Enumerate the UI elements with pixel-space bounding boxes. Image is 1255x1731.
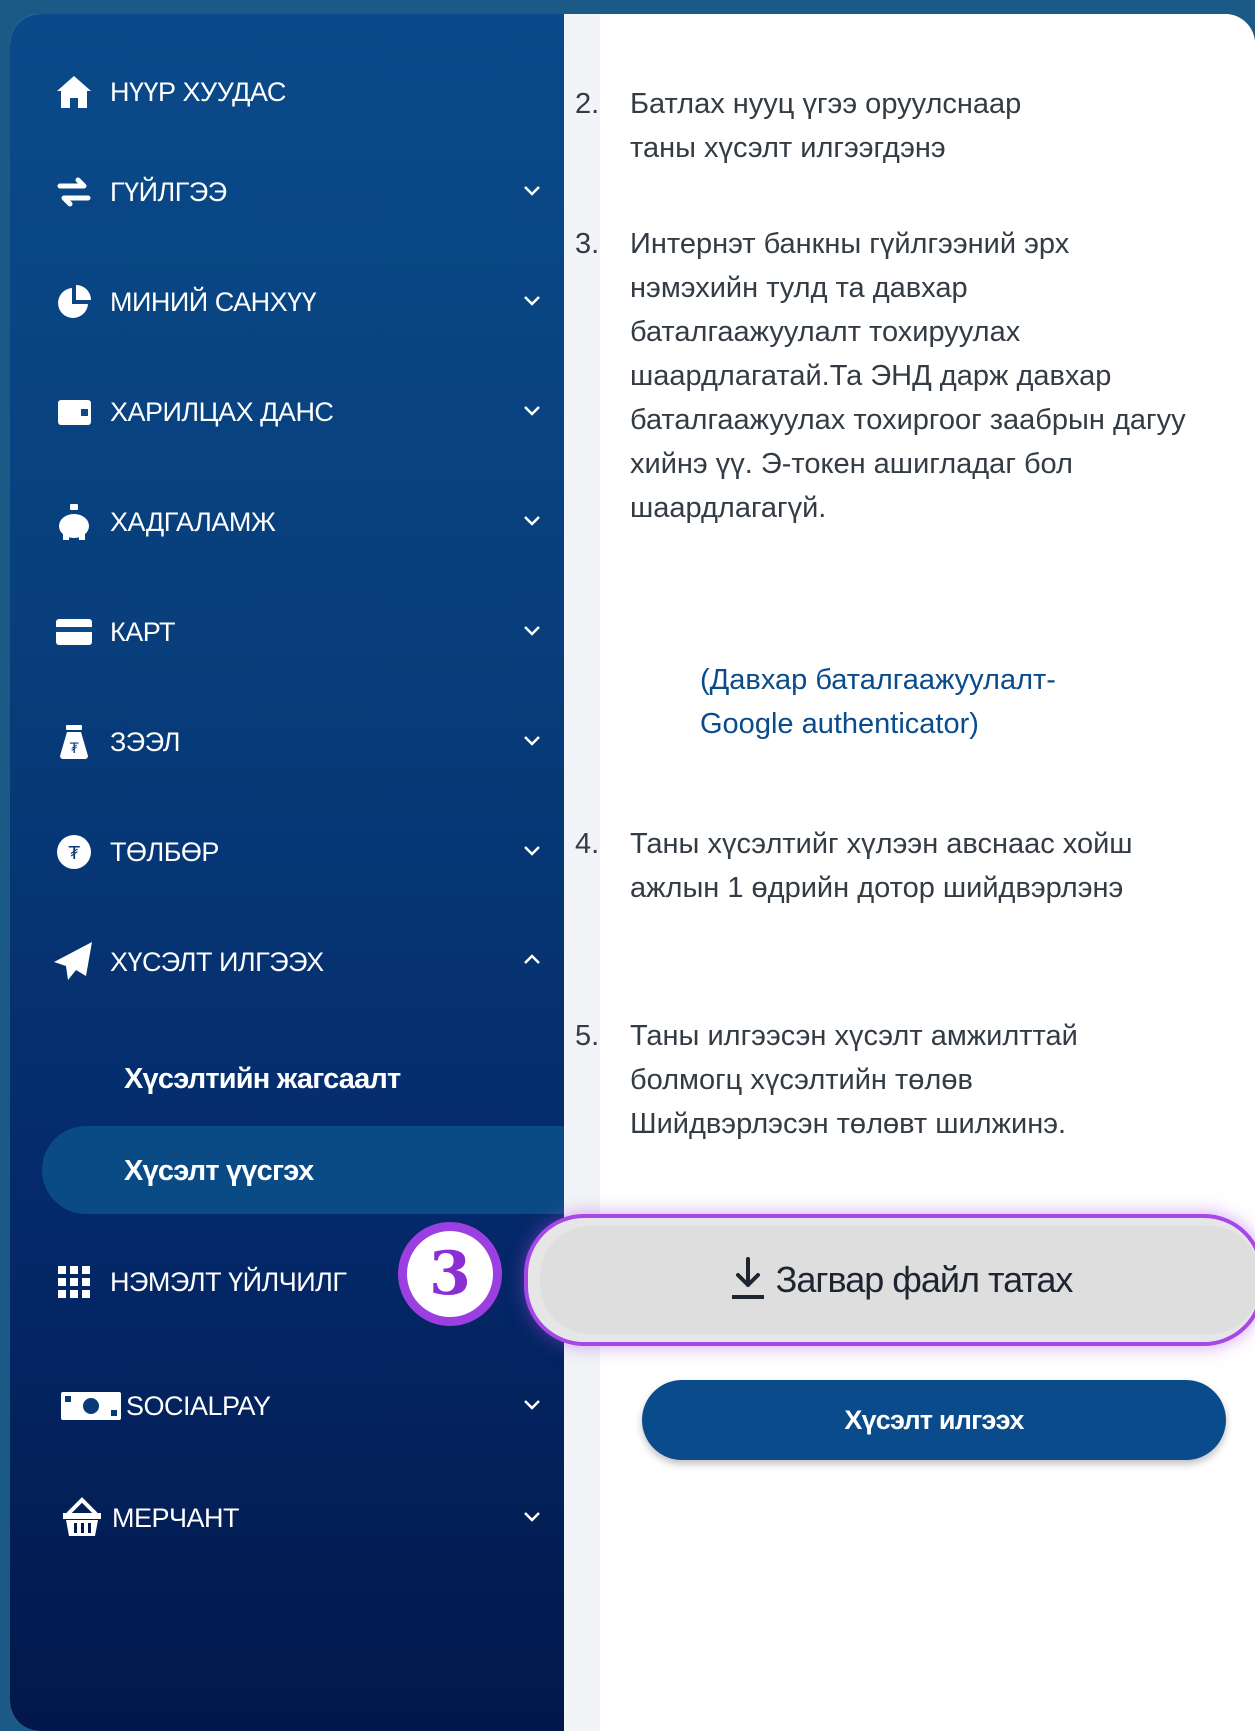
home-icon xyxy=(52,70,96,114)
chevron-down-icon xyxy=(524,296,540,306)
google-authenticator-link[interactable]: (Давхар баталгаажуулалт-Google authentic… xyxy=(700,658,1140,746)
list-number: 3. xyxy=(575,228,600,260)
cash-icon xyxy=(58,1384,124,1428)
send-request-button[interactable]: Хүсэлт илгээх xyxy=(642,1380,1226,1460)
chevron-down-icon xyxy=(524,1400,540,1410)
chevron-down-icon xyxy=(524,516,540,526)
list-number: 2. xyxy=(575,88,600,120)
piggy-bank-icon xyxy=(52,500,96,544)
chevron-down-icon xyxy=(524,186,540,196)
pie-chart-icon xyxy=(52,280,96,324)
list-text: Таны хүсэлтийг хүлээн авснаас хойш ажлын… xyxy=(630,828,1133,904)
sidebar-item-merchant[interactable]: МЕРЧАНТ xyxy=(60,1488,550,1548)
sidebar-item-payment[interactable]: ₮ ТӨЛБӨР xyxy=(52,822,542,882)
list-number: 4. xyxy=(575,828,600,860)
download-template-button[interactable]: Загвар файл татах xyxy=(540,1226,1255,1334)
svg-text:₮: ₮ xyxy=(70,741,79,757)
paper-plane-icon xyxy=(52,940,96,984)
sidebar-item-label: ТӨЛБӨР xyxy=(110,836,219,867)
list-text: Таны илгээсэн хүсэлт амжилттай болмогц х… xyxy=(630,1020,1078,1140)
sidebar-item-label: SOCIALPAY xyxy=(126,1390,271,1421)
chevron-down-icon xyxy=(524,626,540,636)
wallet-icon xyxy=(52,390,96,434)
sidebar-item-label: НҮҮР ХУУДАС xyxy=(110,76,286,107)
download-icon xyxy=(731,1257,764,1299)
sidebar-item-current-account[interactable]: ХАРИЛЦАХ ДАНС xyxy=(52,382,542,442)
sidebar-item-label: КАРТ xyxy=(110,616,176,647)
sidebar-item-loan[interactable]: ₮ ЗЭЭЛ xyxy=(52,712,542,772)
transfer-arrows-icon xyxy=(52,170,96,214)
sidebar-item-label: ХАРИЛЦАХ ДАНС xyxy=(110,396,334,427)
sidebar-item-savings[interactable]: ХАДГАЛАМЖ xyxy=(52,492,542,552)
sidebar-item-label: ХҮСЭЛТ ИЛГЭЭХ xyxy=(110,946,324,977)
download-highlight: Загвар файл татах xyxy=(524,1214,1255,1346)
sidebar-item-socialpay[interactable]: SOCIALPAY xyxy=(58,1376,548,1436)
sidebar-item-label: МИНИЙ САНХҮҮ xyxy=(110,286,317,317)
chevron-down-icon xyxy=(524,846,540,856)
chevron-down-icon xyxy=(524,406,540,416)
list-number: 5. xyxy=(575,1020,600,1052)
money-bag-icon: ₮ xyxy=(52,720,96,764)
sidebar-item-card[interactable]: КАРТ xyxy=(52,602,542,662)
sidebar-item-home[interactable]: НҮҮР ХУУДАС xyxy=(52,62,542,122)
card-icon xyxy=(52,610,96,654)
list-text: Батлах нууц үгээ оруулснаар таны хүсэлт … xyxy=(630,88,1022,164)
sidebar-item-my-finance[interactable]: МИНИЙ САНХҮҮ xyxy=(52,272,542,332)
step-badge: 3 xyxy=(398,1222,502,1326)
sidebar-subitem-create-request[interactable]: Хүсэлт үүсгэх xyxy=(124,1155,314,1188)
sidebar-item-label: ЗЭЭЛ xyxy=(110,726,180,757)
sidebar-subitem-request-list[interactable]: Хүсэлтийн жагсаалт xyxy=(124,1063,401,1096)
download-label: Загвар файл татах xyxy=(775,1259,1074,1300)
chevron-up-icon xyxy=(524,954,540,964)
sidebar-item-transactions[interactable]: ГҮЙЛГЭЭ xyxy=(52,162,542,222)
coin-icon: ₮ xyxy=(52,830,96,874)
sidebar-item-label: МЕРЧАНТ xyxy=(112,1502,240,1533)
sidebar-item-send-request[interactable]: ХҮСЭЛТ ИЛГЭЭХ xyxy=(52,932,542,992)
chevron-down-icon xyxy=(524,736,540,746)
grid-icon xyxy=(52,1260,96,1304)
sidebar-item-label: ХАДГАЛАМЖ xyxy=(110,506,276,537)
chevron-down-icon xyxy=(524,1512,540,1522)
list-text: Интернэт банкны гүйлгээний эрх нэмэхийн … xyxy=(630,228,1186,524)
sidebar-item-label: ГҮЙЛГЭЭ xyxy=(110,176,227,207)
svg-text:₮: ₮ xyxy=(69,843,81,864)
content-divider xyxy=(564,14,600,1731)
basket-icon xyxy=(60,1496,104,1540)
